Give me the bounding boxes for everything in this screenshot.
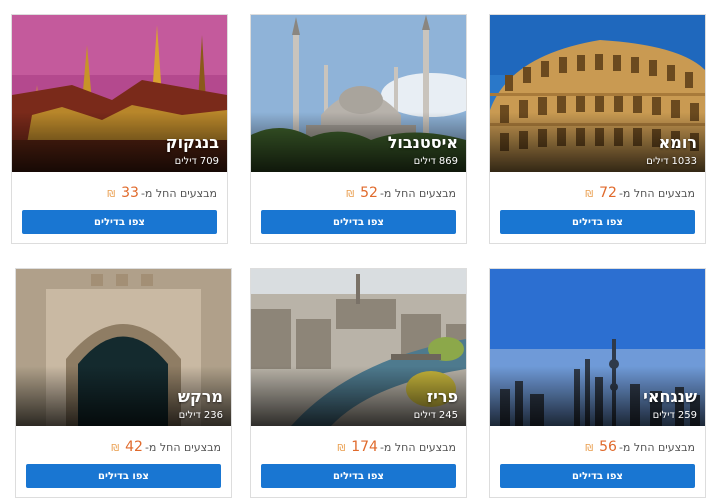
price-prefix: מבצעים החל מ- — [618, 441, 695, 454]
city-name: פריז — [426, 387, 458, 406]
destination-card-istanbul[interactable]: איסטנבול 869דילים מבצעים החל מ- 52 ₪ צפו… — [250, 14, 467, 244]
destination-photo[interactable]: מרקש 236דילים — [16, 269, 231, 426]
price-row: מבצעים החל מ- 52 ₪ — [346, 185, 456, 201]
destination-photo[interactable]: שנגחאי 259דילים — [490, 269, 705, 426]
price-prefix: מבצעים החל מ- — [140, 187, 217, 200]
price-row: מבצעים החל מ- 33 ₪ — [107, 185, 217, 201]
city-name: מרקש — [177, 387, 223, 406]
shekel-icon: ₪ — [107, 189, 116, 200]
destination-card-bangkok[interactable]: בנגקוק 709דילים מבצעים החל מ- 33 ₪ צפו ב… — [11, 14, 228, 244]
destination-photo[interactable]: רומא 1033דילים — [490, 15, 705, 172]
deals-count: 1033דילים — [646, 156, 697, 167]
destination-card-rome[interactable]: רומא 1033דילים מבצעים החל מ- 72 ₪ צפו בד… — [489, 14, 706, 244]
city-name: שנגחאי — [643, 387, 697, 406]
price-value: 52 — [360, 185, 378, 201]
view-deals-button[interactable]: צפו בדילים — [26, 464, 221, 488]
view-deals-button[interactable]: צפו בדילים — [500, 210, 695, 234]
deals-count: 709דילים — [174, 156, 219, 167]
destination-card-marrakesh[interactable]: מרקש 236דילים מבצעים החל מ- 42 ₪ צפו בדי… — [15, 268, 232, 498]
city-name: בנגקוק — [165, 133, 219, 152]
price-prefix: מבצעים החל מ- — [379, 187, 456, 200]
price-value: 33 — [121, 185, 139, 201]
view-deals-button[interactable]: צפו בדילים — [261, 210, 456, 234]
price-value: 174 — [351, 439, 378, 455]
price-row: מבצעים החל מ- 174 ₪ — [337, 439, 456, 455]
shekel-icon: ₪ — [585, 443, 594, 454]
shekel-icon: ₪ — [346, 189, 355, 200]
price-row: מבצעים החל מ- 72 ₪ — [585, 185, 695, 201]
view-deals-button[interactable]: צפו בדילים — [500, 464, 695, 488]
shekel-icon: ₪ — [585, 189, 594, 200]
price-value: 72 — [599, 185, 617, 201]
price-row: מבצעים החל מ- 42 ₪ — [111, 439, 221, 455]
price-row: מבצעים החל מ- 56 ₪ — [585, 439, 695, 455]
destination-photo[interactable]: בנגקוק 709דילים — [12, 15, 227, 172]
price-prefix: מבצעים החל מ- — [144, 441, 221, 454]
city-name: רומא — [658, 133, 697, 152]
deals-count: 259דילים — [652, 410, 697, 421]
shekel-icon: ₪ — [337, 443, 346, 454]
destination-photo[interactable]: איסטנבול 869דילים — [251, 15, 466, 172]
price-prefix: מבצעים החל מ- — [618, 187, 695, 200]
destination-card-shanghai[interactable]: שנגחאי 259דילים מבצעים החל מ- 56 ₪ צפו ב… — [489, 268, 706, 498]
view-deals-button[interactable]: צפו בדילים — [22, 210, 217, 234]
destination-card-paris[interactable]: פריז 245דילים מבצעים החל מ- 174 ₪ צפו בד… — [250, 268, 467, 498]
destination-photo[interactable]: פריז 245דילים — [251, 269, 466, 426]
price-value: 42 — [125, 439, 143, 455]
deals-count: 869דילים — [413, 156, 458, 167]
deals-count: 245דילים — [413, 410, 458, 421]
price-prefix: מבצעים החל מ- — [379, 441, 456, 454]
city-name: איסטנבול — [387, 133, 458, 152]
view-deals-button[interactable]: צפו בדילים — [261, 464, 456, 488]
shekel-icon: ₪ — [111, 443, 120, 454]
deals-count: 236דילים — [178, 410, 223, 421]
price-value: 56 — [599, 439, 617, 455]
